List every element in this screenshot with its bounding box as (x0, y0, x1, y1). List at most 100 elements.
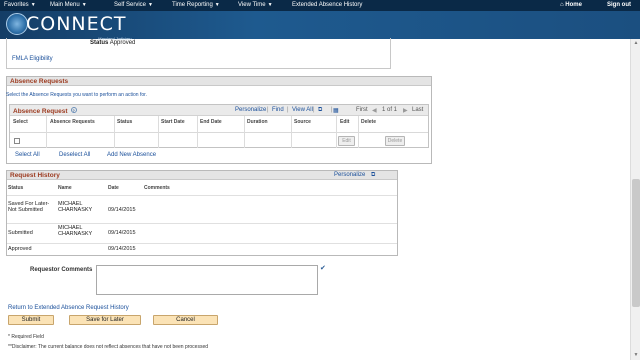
history-column-name: Name (58, 185, 72, 191)
sign-out-link[interactable]: Sign out (607, 0, 631, 11)
top-navigation-bar: Favorites ▼ Main Menu ▼ Self Service ▼ Time… (0, 0, 640, 11)
grid-page-info: 1 of 1 (382, 107, 398, 113)
download-icon[interactable]: ⧉ (318, 107, 322, 114)
grid-separator: | (287, 107, 289, 113)
history-column-comments: Comments (144, 185, 170, 191)
submit-button[interactable]: Submit (8, 315, 54, 325)
spell-check-icon[interactable]: ✔ (320, 265, 327, 272)
history-cell-date: 09/14/2015 (108, 246, 136, 252)
next-arrow-icon[interactable]: ▶ (403, 107, 408, 114)
disclaimer-text: **Disclaimer: The current balance does n… (8, 344, 209, 350)
history-cell-status: Approved (8, 246, 32, 252)
column-header-status: Status (117, 119, 133, 125)
menu-time-reporting[interactable]: Time Reporting ▼ (172, 0, 220, 11)
column-header-end-date: End Date (200, 119, 222, 125)
history-cell-name: MICHAEL CHARNASKY (58, 225, 93, 237)
chevron-down-icon: ▼ (81, 2, 87, 8)
download-icon[interactable]: ⧉ (371, 171, 375, 180)
status-value: Approved (109, 40, 136, 46)
column-header-absence-requests: Absence Requests (50, 119, 95, 125)
grid-row-divider (10, 132, 428, 133)
grid-column-divider (114, 116, 115, 148)
grid-column-divider (336, 116, 337, 148)
table-row (7, 243, 397, 256)
select-all-link[interactable]: Select All (15, 152, 40, 158)
chevron-down-icon: ▼ (30, 2, 36, 8)
absence-requests-instruction: Select the Absence Requests you want to … (6, 92, 147, 98)
history-column-status: Status (8, 185, 24, 191)
history-cell-status: Submitted (8, 230, 33, 236)
menu-view-time-label: View Time (238, 2, 266, 8)
menu-favorites-label: Favorites (4, 2, 29, 8)
grid-view-all-link[interactable]: View All (292, 107, 313, 113)
absence-request-grid-title-wrap: Absence Request? (13, 107, 77, 115)
grid-separator: | (267, 107, 269, 113)
grid-column-divider (158, 116, 159, 148)
column-header-start-date: Start Date (161, 119, 185, 125)
status-line: Status Approved (90, 40, 135, 46)
absence-requests-title: Absence Requests (7, 77, 431, 86)
return-to-history-link[interactable]: Return to Extended Absence Request Histo… (8, 305, 129, 311)
grid-column-divider (358, 116, 359, 148)
history-cell-status: Saved For Later-Not Submitted (8, 201, 50, 213)
chevron-down-icon: ▼ (148, 2, 153, 8)
grid-column-divider (197, 116, 198, 148)
column-header-select: Select (13, 119, 28, 125)
column-header-delete: Delete (361, 119, 377, 125)
history-cell-date: 09/14/2015 (108, 207, 136, 213)
menu-view-time[interactable]: View Time ▼ (238, 0, 273, 11)
absence-request-grid-title: Absence Request (13, 108, 68, 115)
cancel-button[interactable]: Cancel (153, 315, 218, 325)
status-label: Status (90, 40, 109, 46)
request-history-title: Request History (10, 172, 60, 179)
edit-button[interactable]: Edit (338, 136, 355, 146)
column-header-edit: Edit (340, 119, 350, 125)
add-new-absence-link[interactable]: Add New Absence (107, 152, 156, 158)
column-header-source: Source (294, 119, 311, 125)
chevron-down-icon: ▼ (214, 2, 220, 8)
menu-time-reporting-label: Time Reporting (172, 2, 213, 8)
grid-column-divider (244, 116, 245, 148)
menu-main-menu[interactable]: Main Menu ▼ (50, 0, 87, 11)
grid-find-link[interactable]: Find (272, 107, 284, 113)
history-column-date: Date (108, 185, 119, 191)
required-field-note: * Required Field (8, 334, 44, 340)
menu-favorites[interactable]: Favorites ▼ (4, 0, 36, 11)
vertical-scrollbar[interactable]: ▲ ▼ (630, 39, 640, 360)
breadcrumb-current-page: Extended Absence History (292, 2, 363, 8)
home-label: Home (565, 2, 582, 8)
absence-detail-section (6, 38, 391, 69)
scrollbar-thumb[interactable] (632, 179, 640, 307)
grid-column-divider (46, 116, 47, 148)
grid-last-label: Last (412, 107, 424, 113)
absence-request-grid-header: Absence Request? Personalize | Find | Vi… (10, 105, 428, 116)
fmla-eligibility-link[interactable]: FMLA Eligibility (12, 56, 53, 62)
request-history-header: Request History Personalize ⧉ (7, 171, 397, 180)
history-personalize-link[interactable]: Personalize (334, 171, 365, 180)
history-cell-name: MICHAEL CHARNASKY (58, 201, 93, 213)
grid-first-label: First (356, 107, 368, 113)
delete-button[interactable]: Delete (385, 136, 405, 146)
brand-banner: CONNECT Maryland Judiciary (0, 11, 640, 41)
row-select-checkbox[interactable] (14, 138, 20, 144)
absence-request-grid: Absence Request? Personalize | Find | Vi… (9, 104, 429, 148)
grid-column-divider (291, 116, 292, 148)
judiciary-seal-icon (6, 13, 28, 35)
save-for-later-button[interactable]: Save for Later (69, 315, 141, 325)
chevron-down-icon: ▼ (267, 2, 273, 8)
requestor-comments-textarea[interactable] (96, 265, 318, 295)
menu-main-menu-label: Main Menu (50, 2, 80, 8)
brand-logo-text: CONNECT (26, 13, 127, 35)
column-header-duration: Duration (247, 119, 268, 125)
scroll-up-arrow-icon[interactable]: ▲ (632, 39, 640, 47)
menu-self-service-label: Self Service (114, 2, 147, 8)
scroll-down-arrow-icon[interactable]: ▼ (632, 351, 640, 359)
home-link[interactable]: ⌂ Home (560, 0, 582, 11)
spreadsheet-icon[interactable]: ▦ (333, 107, 339, 114)
grid-separator: | (313, 107, 315, 113)
deselect-all-link[interactable]: Deselect All (59, 152, 90, 158)
grid-personalize-link[interactable]: Personalize (235, 107, 266, 113)
previous-arrow-icon[interactable]: ◀ (372, 107, 377, 114)
help-icon[interactable]: ? (70, 107, 77, 113)
menu-self-service[interactable]: Self Service ▼ (114, 0, 153, 11)
